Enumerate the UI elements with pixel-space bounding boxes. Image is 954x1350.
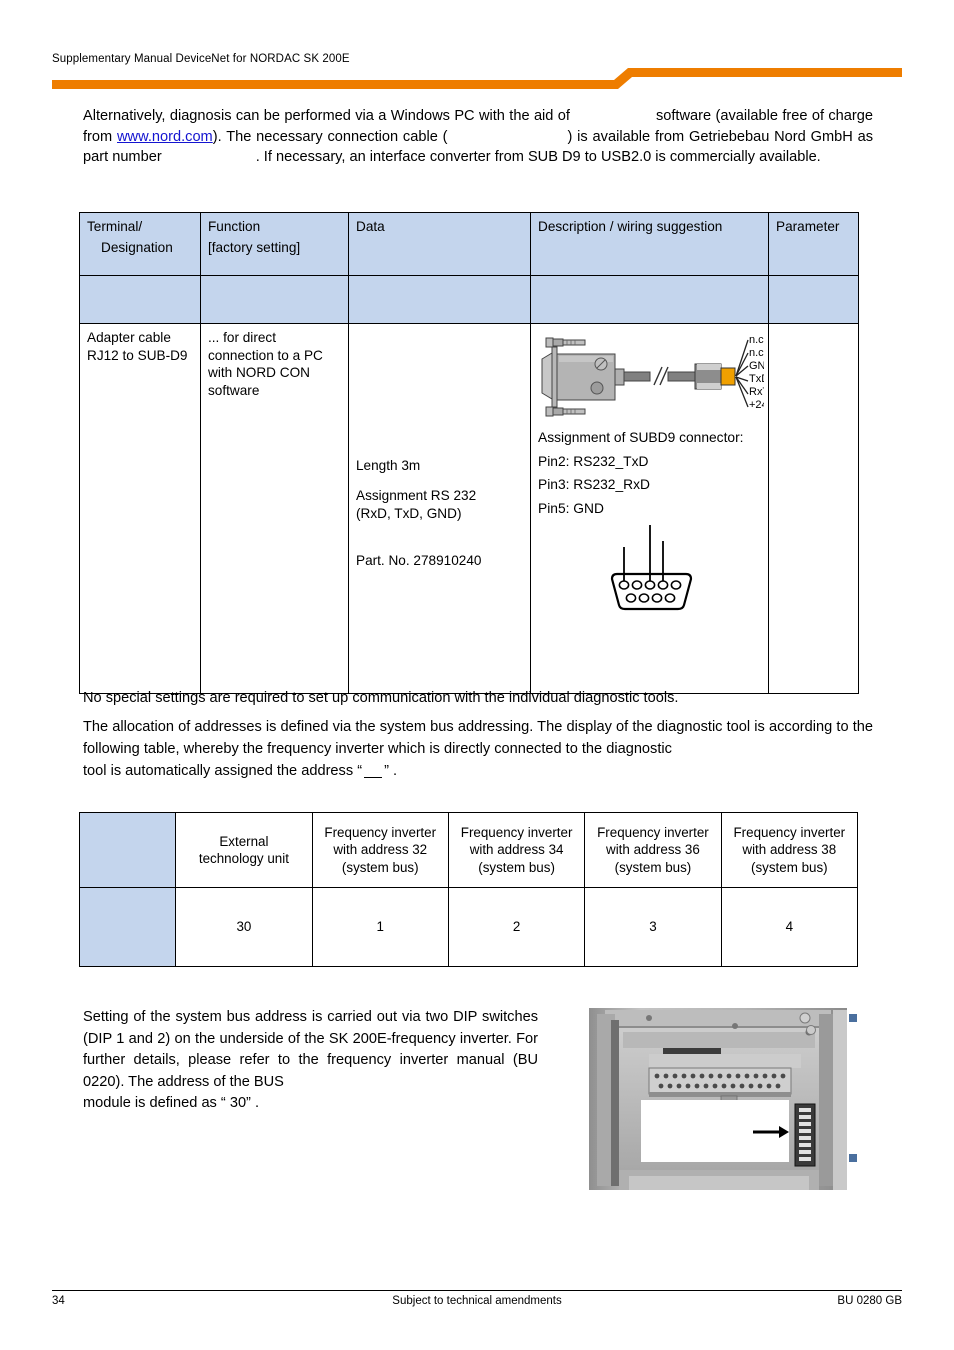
- intro-text-part1: Alternatively, diagnosis can be performe…: [83, 108, 570, 124]
- inverter-underside-photo: [583, 1004, 857, 1192]
- mid-paragraph-2-body: The allocation of addresses is defined v…: [83, 719, 873, 757]
- cell-terminal-designation: Adapter cable RJ12 to SUB-D9: [79, 323, 201, 694]
- footer-center-text: Subject to technical amendments: [392, 1295, 562, 1307]
- address-header-inverter-34-l2: with address 34: [469, 842, 564, 858]
- address-header-inverter-32-l1: Frequency inverter: [324, 824, 437, 840]
- assignment-pin-5: Pin5: GND: [538, 500, 604, 516]
- address-header-inverter-38: Frequency inverter with address 38 (syst…: [720, 812, 859, 888]
- cell-function: ... for direct connection to a PC with N…: [200, 323, 349, 694]
- intro-text-part5: . If necessary, an interface converter f…: [255, 149, 821, 166]
- wire-label-rxt: RxT: [749, 386, 764, 398]
- redacted-address-value: [364, 768, 383, 778]
- data-assignment-line1: Assignment RS 232: [356, 488, 477, 503]
- dsub9-pinout-diagram: [610, 525, 693, 611]
- nord-website-link[interactable]: www.nord.com: [117, 129, 213, 145]
- address-header-blank: [78, 812, 177, 888]
- dip-switch-paragraph: Setting of the system bus address is car…: [83, 1007, 538, 1115]
- address-value-inverter-34: 2: [447, 887, 586, 967]
- address-header-inverter-36-l2: with address 36: [606, 842, 700, 858]
- subheader-cell-5: [768, 275, 859, 324]
- column-header-terminal: Terminal/ Designation: [79, 212, 201, 276]
- address-header-external: External technology unit: [175, 812, 313, 888]
- mid-paragraph-1: No special settings are required to set …: [83, 690, 679, 706]
- data-part-number: Part. No. 278910240: [356, 553, 482, 568]
- address-header-inverter-34: Frequency inverter with address 34 (syst…: [447, 812, 586, 888]
- address-value-inverter-38: 4: [720, 887, 859, 967]
- assignment-pin-3: Pin3: RS232_RxD: [538, 477, 650, 492]
- footer-divider: [52, 1290, 902, 1291]
- assignment-title: Assignment of SUBD9 connector:: [538, 430, 744, 445]
- subheader-cell-4: [530, 275, 769, 324]
- column-header-description: Description / wiring suggestion: [530, 212, 769, 276]
- address-header-inverter-38-l2: with address 38: [742, 842, 837, 858]
- mid-paragraph-2-lastline: tool is automatically assigned the addre…: [83, 760, 873, 782]
- table-row: Adapter cable RJ12 to SUB-D9 ... for dir…: [79, 323, 859, 694]
- address-header-inverter-32-l2: with address 32: [333, 842, 428, 858]
- address-header-inverter-34-l3: (system bus): [478, 859, 555, 875]
- inverter-photo-graphic: [583, 1004, 857, 1192]
- header-accent-bar: [52, 68, 902, 89]
- address-header-inverter-36: Frequency inverter with address 36 (syst…: [584, 812, 722, 888]
- intro-text-part3: ). The necessary connection cable (: [212, 128, 448, 145]
- column-header-function-l1: Function: [208, 219, 261, 234]
- address-header-external-l1: External: [219, 833, 269, 849]
- address-header-inverter-32-l3: (system bus): [341, 859, 419, 875]
- assignment-pin-2: Pin2: RS232_TxD: [538, 453, 649, 469]
- table-header-row: Terminal/ Designation Function [factory …: [79, 212, 859, 276]
- footer-doc-code: BU 0280 GB: [837, 1295, 902, 1307]
- address-header-inverter-34-l1: Frequency inverter: [460, 824, 573, 840]
- adapter-cable-illustration: n.c. n.c. GND TxD RxT +24V: [541, 334, 764, 417]
- data-assignment-line2: (RxD, TxD, GND): [356, 505, 462, 521]
- address-header-external-l2: technology unit: [198, 851, 289, 866]
- column-header-data: Data: [348, 212, 531, 276]
- address-header-inverter-36-l1: Frequency inverter: [597, 824, 709, 840]
- data-length: Length 3m: [356, 457, 421, 473]
- subheader-cell-1: [79, 275, 201, 324]
- subheader-cell-3: [348, 275, 531, 324]
- wire-label-txd: TxD: [749, 373, 764, 385]
- address-header-inverter-38-l1: Frequency inverter: [733, 824, 846, 840]
- column-header-parameter: Parameter: [768, 212, 859, 276]
- address-table-header-row: External technology unit Frequency inver…: [78, 812, 859, 888]
- data-spacer: [356, 535, 524, 552]
- address-sentence-suffix: ” .: [384, 763, 398, 779]
- address-sentence-prefix: tool is automatically assigned the addre…: [83, 763, 363, 779]
- page-header: Supplementary Manual DeviceNet for NORDA…: [0, 0, 954, 95]
- address-value-inverter-36: 3: [584, 887, 722, 967]
- wire-label-nc-2: n.c.: [749, 347, 764, 359]
- mid-paragraph-2: The allocation of addresses is defined v…: [83, 716, 873, 782]
- wire-label-gnd: GND: [749, 360, 764, 372]
- cell-parameter: [768, 323, 859, 694]
- dip-switch-paragraph-body: Setting of the system bus address is car…: [83, 1009, 538, 1090]
- subheader-cell-2: [200, 275, 349, 324]
- intro-paragraph: Alternatively, diagnosis can be performe…: [83, 106, 873, 168]
- cell-data: Length 3m Assignment RS 232 (RxD, TxD, G…: [348, 323, 531, 694]
- address-table-value-row: 30 1 2 3 4: [78, 887, 859, 967]
- cable-specification-table: Terminal/ Designation Function [factory …: [79, 212, 859, 694]
- wire-label-nc-1: n.c.: [749, 334, 764, 346]
- address-value-blank: [78, 887, 177, 967]
- table-subheader-blank-row: [79, 275, 859, 324]
- address-mapping-table: External technology unit Frequency inver…: [78, 812, 859, 967]
- dip-switch-paragraph-lastline: module is defined as “ 30” .: [83, 1095, 260, 1111]
- column-header-function-l2: [factory setting]: [208, 239, 301, 255]
- wire-label-24v: +24V: [749, 399, 764, 411]
- header-title: Supplementary Manual DeviceNet for NORDA…: [52, 53, 350, 65]
- column-header-terminal-l2: Designation: [101, 239, 173, 255]
- cell-description-wiring: n.c. n.c. GND TxD RxT +24V Assignment of…: [530, 323, 769, 694]
- address-header-inverter-38-l3: (system bus): [750, 859, 828, 875]
- subd9-assignment-block: Assignment of SUBD9 connector: Pin2: RS2…: [538, 426, 744, 520]
- address-value-inverter-32: 1: [311, 887, 449, 967]
- column-header-terminal-l1: Terminal/: [87, 219, 143, 234]
- address-value-external: 30: [175, 887, 313, 967]
- column-header-function: Function [factory setting]: [200, 212, 349, 276]
- address-header-inverter-32: Frequency inverter with address 32 (syst…: [311, 812, 449, 888]
- address-header-inverter-36-l3: (system bus): [614, 859, 692, 875]
